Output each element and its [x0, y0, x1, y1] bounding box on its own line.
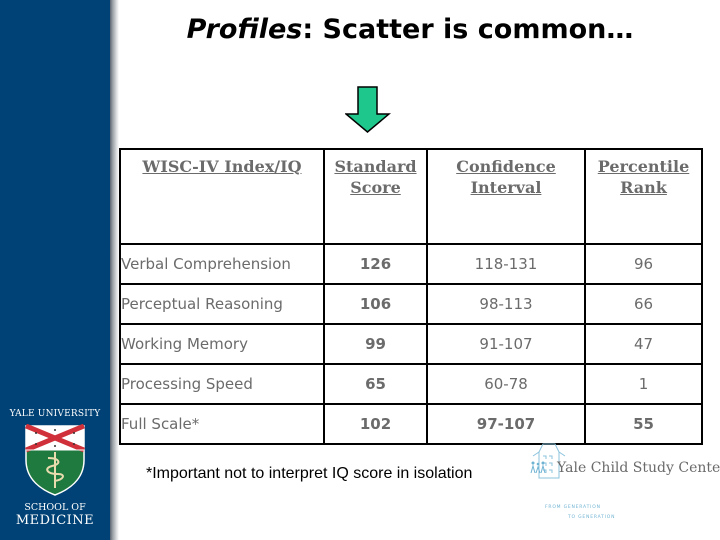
percentile-rank: 66: [584, 283, 703, 325]
standard-score: 99: [323, 323, 428, 365]
school-of-label: SCHOOL OF: [24, 502, 86, 513]
family-icon: [530, 461, 546, 474]
header-percentile-rank: Percentile Rank: [584, 148, 703, 245]
table-row: Verbal Comprehension 126 118-131 96: [119, 243, 703, 285]
index-name: Full Scale*: [119, 403, 325, 445]
percentile-rank: 55: [584, 403, 703, 445]
percentile-rank: 47: [584, 323, 703, 365]
standard-score: 102: [323, 403, 428, 445]
child-study-center-name: Yale Child Study Center: [557, 460, 720, 476]
medicine-label: MEDICINE: [15, 513, 95, 528]
index-name: Processing Speed: [119, 363, 325, 405]
index-name: Perceptual Reasoning: [119, 283, 325, 325]
wisc-scores-table: WISC-IV Index/IQ Standard Score Confiden…: [119, 148, 703, 445]
footnote: *Important not to interpret IQ score in …: [146, 465, 473, 482]
table-row: Working Memory 99 91-107 47: [119, 323, 703, 365]
table-row-full-scale: Full Scale* 102 97-107 55: [119, 403, 703, 445]
tagline-line-2: TO GENERATION: [568, 515, 616, 520]
standard-score: 126: [323, 243, 428, 285]
header-standard-score: Standard Score: [323, 148, 428, 245]
standard-score: 106: [323, 283, 428, 325]
confidence-interval: 91-107: [426, 323, 586, 365]
tagline-line-1: FROM GENERATION: [545, 505, 601, 510]
percentile-rank: 1: [584, 363, 703, 405]
table-row: Processing Speed 65 60-78 1: [119, 363, 703, 405]
sidebar-shadow: [110, 0, 119, 540]
yale-medicine-logo: YALE UNIVERSITY SCHOOL OF MEDICINE: [0, 405, 110, 535]
down-arrow-icon: [345, 86, 391, 133]
percentile-rank: 96: [584, 243, 703, 285]
index-name: Working Memory: [119, 323, 325, 365]
table-row: Perceptual Reasoning 106 98-113 66: [119, 283, 703, 325]
yale-shield-icon: [25, 424, 85, 496]
confidence-interval: 118-131: [426, 243, 586, 285]
confidence-interval: 98-113: [426, 283, 586, 325]
table-header-row: WISC-IV Index/IQ Standard Score Confiden…: [119, 148, 703, 245]
confidence-interval: 97-107: [426, 403, 586, 445]
index-name: Verbal Comprehension: [119, 243, 325, 285]
title-italic: Profiles: [186, 14, 303, 45]
child-study-center-logo: Yale Child Study Center FROM GENERATION …: [527, 442, 720, 534]
header-confidence-interval: Confidence Interval: [426, 148, 586, 245]
yale-university-label: YALE UNIVERSITY: [9, 409, 101, 419]
standard-score: 65: [323, 363, 428, 405]
title-rest: : Scatter is common…: [302, 14, 634, 45]
header-index: WISC-IV Index/IQ: [119, 148, 325, 245]
slide-title: Profiles: Scatter is common…: [110, 14, 710, 45]
confidence-interval: 60-78: [426, 363, 586, 405]
